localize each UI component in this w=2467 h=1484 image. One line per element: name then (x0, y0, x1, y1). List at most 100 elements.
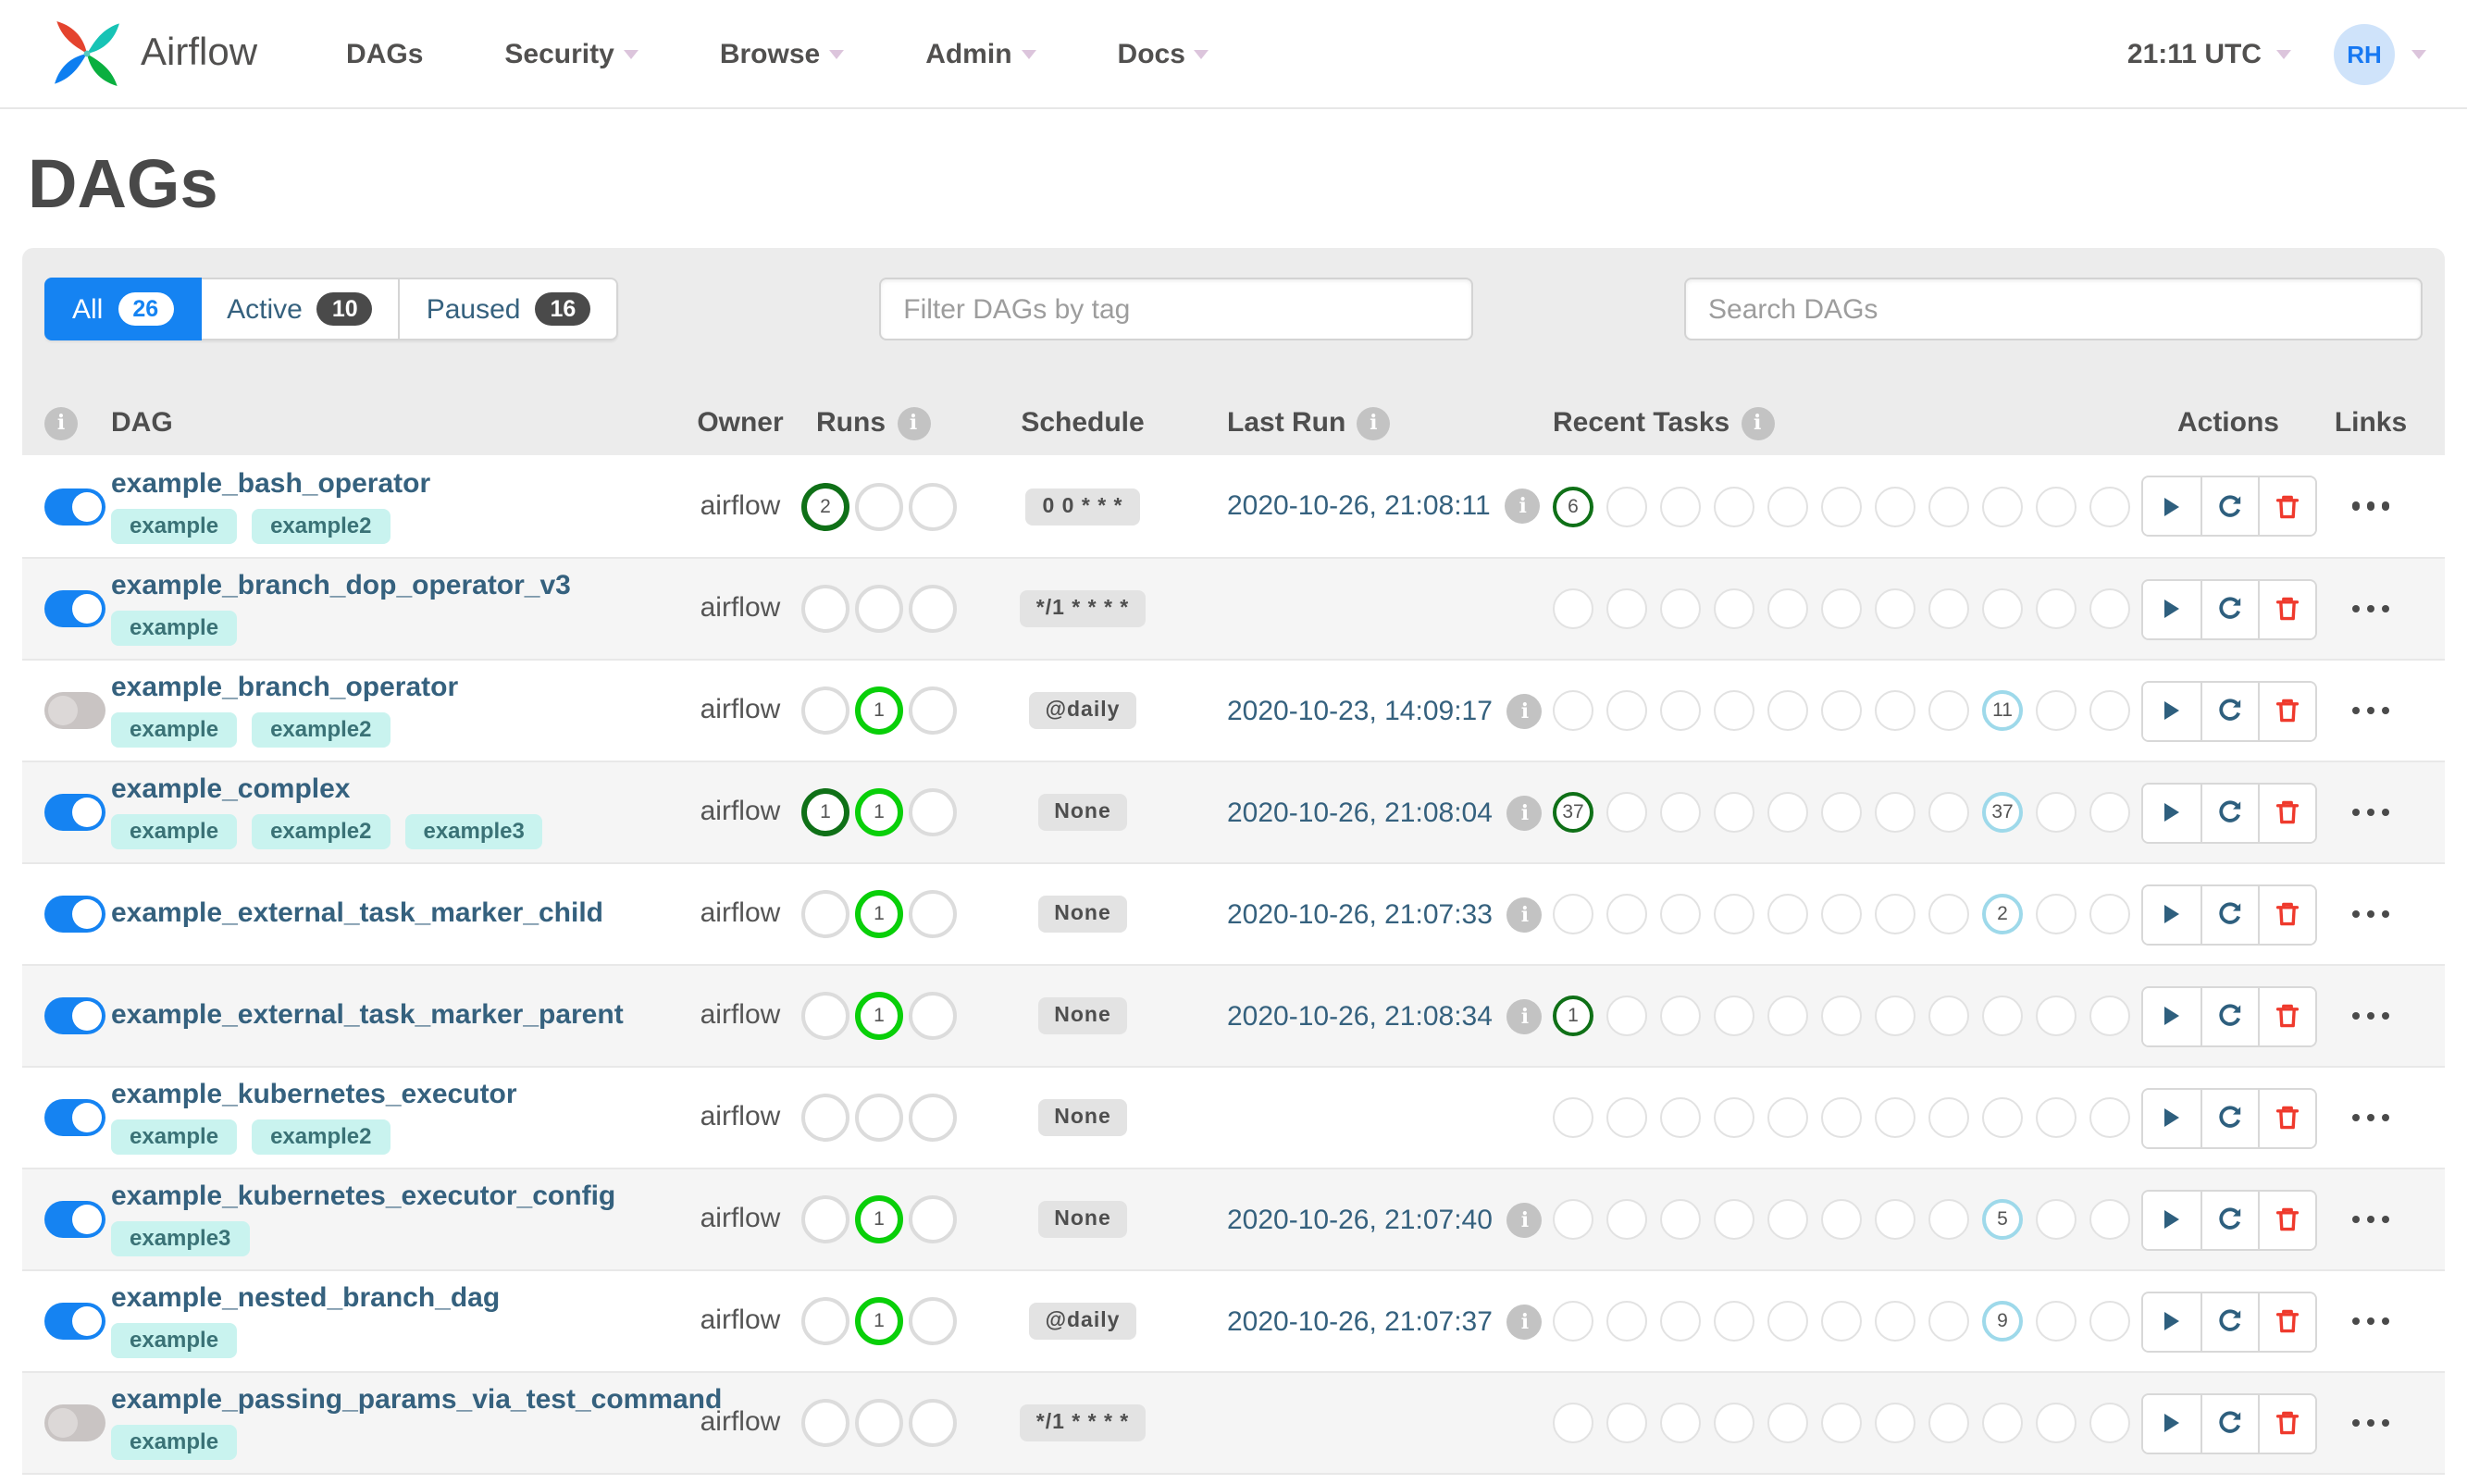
delete-dag-button[interactable] (2257, 477, 2314, 535)
nav-item-admin[interactable]: Admin (925, 38, 1036, 69)
task-status-circle-empty[interactable] (1821, 1403, 1862, 1443)
run-status-circle-running[interactable]: 1 (855, 788, 903, 836)
dag-tag[interactable]: example (111, 508, 238, 543)
dag-tag[interactable]: example3 (111, 1221, 250, 1256)
task-status-circle-empty[interactable] (1928, 690, 1969, 731)
task-status-circle-empty[interactable] (1660, 1301, 1701, 1342)
task-status-circle-empty[interactable] (1821, 792, 1862, 833)
run-status-circle-empty[interactable] (909, 890, 957, 938)
run-status-circle-empty[interactable] (801, 890, 849, 938)
task-status-circle-empty[interactable] (1821, 996, 1862, 1036)
task-status-circle-empty[interactable] (1875, 1097, 1915, 1138)
task-status-circle-none[interactable]: 2 (1982, 894, 2023, 934)
task-status-circle-none[interactable]: 37 (1982, 792, 2023, 833)
run-status-circle-empty[interactable] (801, 1297, 849, 1345)
task-status-circle-empty[interactable] (2089, 1301, 2130, 1342)
dag-name-link[interactable]: example_branch_operator (111, 673, 679, 703)
task-status-circle-empty[interactable] (1821, 1301, 1862, 1342)
task-status-circle-empty[interactable] (1928, 1199, 1969, 1240)
links-ellipsis-button[interactable] (2349, 1103, 2394, 1133)
last-run-link[interactable]: 2020-10-26, 21:07:33 (1227, 898, 1493, 930)
task-status-circle-empty[interactable] (2036, 1097, 2076, 1138)
task-status-circle-empty[interactable] (2089, 486, 2130, 526)
avatar[interactable]: RH (2334, 23, 2395, 84)
dag-name-link[interactable]: example_external_task_marker_parent (111, 1000, 679, 1031)
task-status-circle-empty[interactable] (1821, 1097, 1862, 1138)
task-status-circle-empty[interactable] (1875, 690, 1915, 731)
dag-name-link[interactable]: example_passing_params_via_test_command (111, 1385, 722, 1416)
links-ellipsis-button[interactable] (2349, 1408, 2394, 1439)
trigger-dag-button[interactable] (2142, 682, 2200, 739)
run-status-circle-empty[interactable] (909, 482, 957, 530)
task-status-circle-empty[interactable] (1606, 996, 1647, 1036)
brand-logo[interactable]: Airflow (52, 19, 257, 89)
delete-dag-button[interactable] (2257, 1191, 2314, 1248)
dag-name-link[interactable]: example_nested_branch_dag (111, 1283, 679, 1314)
task-status-circle-empty[interactable] (1714, 894, 1754, 934)
task-status-circle-empty[interactable] (2089, 1403, 2130, 1443)
run-status-circle-empty[interactable] (909, 1094, 957, 1142)
task-status-circle-empty[interactable] (1928, 1301, 1969, 1342)
delete-dag-button[interactable] (2257, 682, 2314, 739)
links-ellipsis-button[interactable] (2349, 798, 2394, 828)
task-status-circle-empty[interactable] (1714, 588, 1754, 629)
task-status-circle-empty[interactable] (2036, 894, 2076, 934)
last-run-link[interactable]: 2020-10-26, 21:08:11 (1227, 490, 1491, 522)
refresh-dag-button[interactable] (2200, 1191, 2257, 1248)
dag-pause-toggle[interactable] (44, 896, 105, 933)
run-status-circle-empty[interactable] (801, 686, 849, 735)
task-status-circle-empty[interactable] (1606, 1097, 1647, 1138)
task-status-circle-empty[interactable] (1928, 1403, 1969, 1443)
run-status-circle-running[interactable]: 1 (855, 1195, 903, 1243)
task-status-circle-empty[interactable] (1714, 1301, 1754, 1342)
task-status-circle-empty[interactable] (1928, 894, 1969, 934)
task-status-circle-empty[interactable] (1553, 588, 1593, 629)
task-status-circle-empty[interactable] (2036, 996, 2076, 1036)
dag-tag[interactable]: example2 (252, 1119, 391, 1155)
refresh-dag-button[interactable] (2200, 477, 2257, 535)
task-status-circle-empty[interactable] (1982, 1403, 2023, 1443)
run-status-circle-empty[interactable] (909, 1195, 957, 1243)
run-status-circle-running[interactable]: 1 (855, 992, 903, 1040)
task-status-circle-empty[interactable] (1714, 996, 1754, 1036)
task-status-circle-empty[interactable] (1821, 894, 1862, 934)
tab-all[interactable]: All 26 (44, 278, 202, 340)
refresh-dag-button[interactable] (2200, 1292, 2257, 1350)
refresh-dag-button[interactable] (2200, 1089, 2257, 1146)
task-status-circle-empty[interactable] (1767, 486, 1808, 526)
task-status-circle-success[interactable]: 37 (1553, 792, 1593, 833)
task-status-circle-empty[interactable] (2089, 1097, 2130, 1138)
task-status-circle-empty[interactable] (2036, 690, 2076, 731)
run-status-circle-empty[interactable] (855, 1094, 903, 1142)
task-status-circle-empty[interactable] (1767, 894, 1808, 934)
task-status-circle-empty[interactable] (2089, 690, 2130, 731)
task-status-circle-empty[interactable] (1928, 588, 1969, 629)
task-status-circle-empty[interactable] (1714, 1403, 1754, 1443)
task-status-circle-empty[interactable] (1982, 588, 2023, 629)
dag-tag[interactable]: example (111, 1323, 238, 1358)
task-status-circle-empty[interactable] (1660, 486, 1701, 526)
delete-dag-button[interactable] (2257, 885, 2314, 943)
task-status-circle-empty[interactable] (2036, 1301, 2076, 1342)
task-status-circle-empty[interactable] (1660, 996, 1701, 1036)
dag-name-link[interactable]: example_bash_operator (111, 468, 679, 499)
task-status-circle-empty[interactable] (1606, 486, 1647, 526)
task-status-circle-empty[interactable] (1821, 588, 1862, 629)
run-status-circle-empty[interactable] (909, 1399, 957, 1447)
refresh-dag-button[interactable] (2200, 1394, 2257, 1452)
trigger-dag-button[interactable] (2142, 477, 2200, 535)
task-status-circle-empty[interactable] (1928, 1097, 1969, 1138)
dag-name-link[interactable]: example_branch_dop_operator_v3 (111, 571, 679, 601)
run-status-circle-running[interactable]: 1 (855, 686, 903, 735)
task-status-circle-empty[interactable] (2036, 1403, 2076, 1443)
task-status-circle-none[interactable]: 9 (1982, 1301, 2023, 1342)
task-status-circle-empty[interactable] (2089, 1199, 2130, 1240)
dag-name-link[interactable]: example_complex (111, 774, 679, 805)
run-status-circle-running[interactable]: 1 (855, 1297, 903, 1345)
links-ellipsis-button[interactable] (2349, 1001, 2394, 1032)
task-status-circle-empty[interactable] (1875, 1403, 1915, 1443)
column-header-dag[interactable]: DAG (111, 407, 173, 439)
task-status-circle-empty[interactable] (1875, 792, 1915, 833)
task-status-circle-empty[interactable] (1875, 894, 1915, 934)
links-ellipsis-button[interactable] (2349, 594, 2394, 625)
